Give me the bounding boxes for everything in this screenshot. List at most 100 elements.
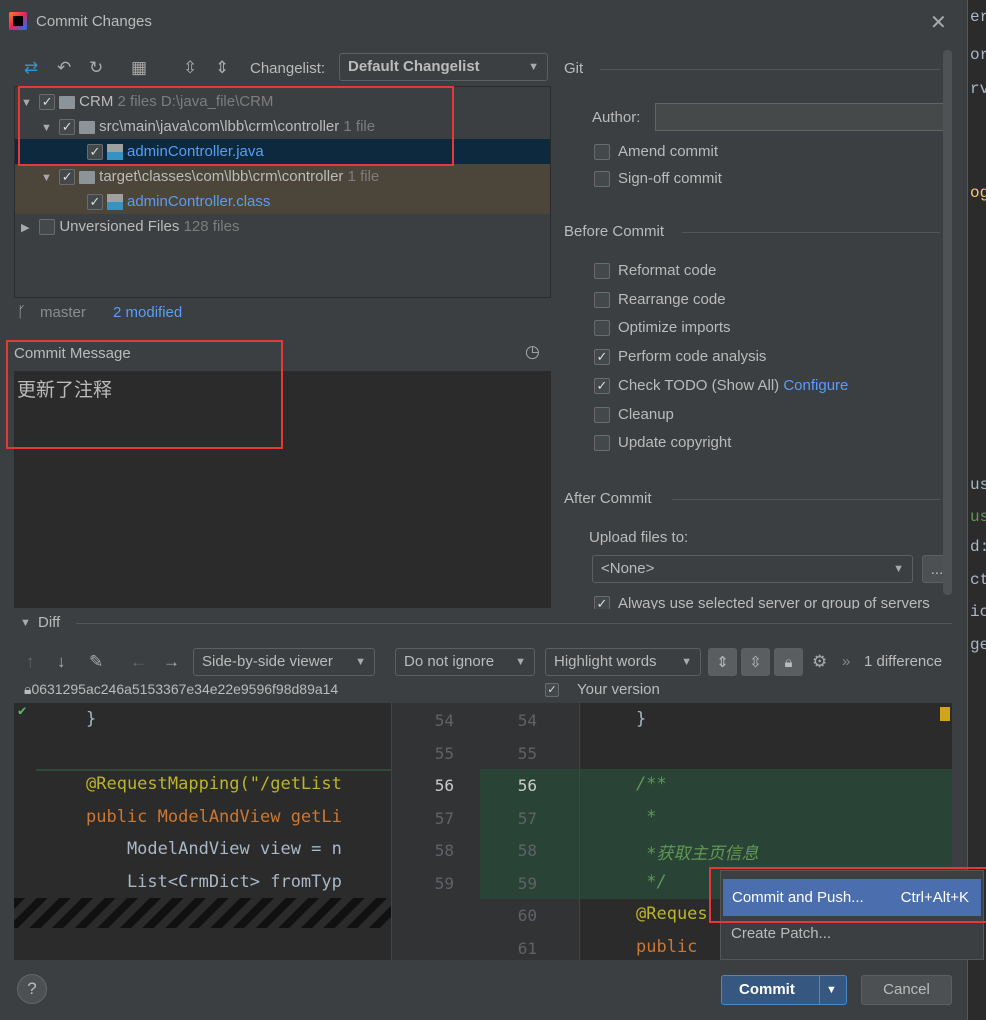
code-line: } bbox=[636, 709, 647, 729]
upload-value: <None> bbox=[601, 560, 655, 577]
viewer-dropdown[interactable]: Side-by-side viewer ▼ bbox=[193, 648, 375, 676]
commit-label: Commit bbox=[739, 981, 795, 998]
checkbox[interactable]: ✓ bbox=[594, 596, 610, 609]
before-commit-option[interactable]: Update copyright bbox=[594, 434, 731, 452]
option-label: Perform code analysis bbox=[618, 348, 767, 366]
collapse-arrow-icon[interactable]: ▶ bbox=[21, 216, 35, 241]
left-line-number: 57 bbox=[434, 808, 454, 828]
tree-row-admincontroller-class[interactable]: ✓ adminController.class bbox=[15, 189, 550, 214]
chevron-down-icon[interactable]: ▼ bbox=[826, 976, 837, 1004]
chevron-down-icon: ▼ bbox=[893, 563, 904, 575]
scrollbar[interactable] bbox=[943, 50, 952, 595]
checkbox[interactable]: ✓ bbox=[87, 194, 103, 211]
before-commit-option[interactable]: Reformat code bbox=[594, 262, 717, 280]
checkbox[interactable]: ✓ bbox=[594, 377, 610, 394]
changelist-label: Changelist: bbox=[250, 60, 326, 77]
option-label: Amend commit bbox=[618, 143, 719, 160]
before-commit-option[interactable]: ✓ Perform code analysis bbox=[594, 348, 767, 366]
checkbox[interactable] bbox=[594, 263, 610, 280]
option-label: Reformat code bbox=[618, 262, 717, 279]
help-button[interactable]: ? bbox=[17, 974, 47, 1004]
divider bbox=[682, 232, 940, 233]
collapse-all-icon[interactable]: ⇕ bbox=[215, 58, 229, 78]
forward-arrow-icon[interactable]: → bbox=[163, 652, 180, 672]
option-label: Check TODO (Show All) bbox=[618, 376, 780, 394]
right-line-number: 59 bbox=[517, 873, 537, 893]
checkbox[interactable] bbox=[594, 171, 610, 188]
diff-gutter: 54 55 56 57 58 59 54 55 56 57 58 59 60 61 bbox=[391, 703, 579, 960]
revision-hash: 0631295ac246a5153367e34e22e9596f98d89a14 bbox=[31, 681, 339, 697]
checkbox[interactable]: ✓ bbox=[59, 169, 76, 186]
rollback-icon[interactable]: ↶ bbox=[57, 58, 71, 78]
tree-row-target[interactable]: ▼ ✓ target\classes\com\lbb\crm\controller… bbox=[15, 164, 550, 189]
next-difference-icon[interactable]: ↓ bbox=[57, 652, 66, 672]
edit-source-icon[interactable]: ✎ bbox=[89, 652, 103, 672]
checkbox[interactable]: ✓ bbox=[545, 683, 559, 698]
changelist-value: Default Changelist bbox=[348, 58, 480, 75]
expand-all-icon[interactable]: ⇳ bbox=[183, 58, 197, 78]
changelist-dropdown[interactable]: Default Changelist ▼ bbox=[339, 53, 548, 81]
before-commit-option[interactable]: Cleanup bbox=[594, 406, 674, 423]
refresh-icon[interactable]: ↻ bbox=[89, 58, 103, 78]
window-title: Commit Changes bbox=[36, 13, 152, 30]
commit-button[interactable]: Commit ▼ bbox=[721, 975, 847, 1005]
bg-text: ge bbox=[970, 636, 986, 654]
highlight-dropdown[interactable]: Highlight words ▼ bbox=[545, 648, 701, 676]
signoff-commit-checkbox[interactable]: Sign-off commit bbox=[594, 170, 722, 188]
left-diff-editor[interactable]: ✔ } @RequestMapping("/getList public Model… bbox=[14, 703, 391, 960]
configure-link[interactable]: Configure bbox=[783, 377, 848, 394]
divider bbox=[76, 623, 952, 624]
amend-commit-checkbox[interactable]: Amend commit bbox=[594, 143, 719, 161]
diff-section-title: Diff bbox=[38, 614, 61, 631]
show-diff-icon[interactable]: ⇄ bbox=[24, 58, 38, 78]
sync-scroll-button[interactable]: ⇳ bbox=[741, 648, 770, 676]
chevron-down-icon: ▼ bbox=[355, 656, 366, 668]
checkbox[interactable] bbox=[594, 406, 610, 423]
collapse-diff-icon[interactable]: ▼ bbox=[20, 617, 34, 629]
back-arrow-icon[interactable]: ← bbox=[130, 652, 147, 672]
code-line: public bbox=[636, 936, 698, 957]
gear-icon[interactable]: ⚙ bbox=[812, 652, 827, 672]
checkbox[interactable] bbox=[594, 320, 610, 337]
checkbox[interactable]: ✓ bbox=[594, 349, 610, 366]
checkbox[interactable] bbox=[594, 144, 610, 161]
more-icon[interactable]: » bbox=[842, 653, 850, 670]
before-commit-option[interactable]: ✓ Check TODO (Show All) Configure bbox=[594, 377, 848, 394]
tree-row-unversioned[interactable]: ▶ Unversioned Files 128 files bbox=[15, 214, 550, 239]
checkbox[interactable] bbox=[594, 291, 610, 308]
lock-icon[interactable]: 🔒︎ bbox=[774, 648, 803, 676]
chevron-down-icon: ▼ bbox=[681, 656, 692, 668]
modified-link[interactable]: 2 modified bbox=[113, 304, 182, 321]
always-use-server-checkbox[interactable]: ✓ Always use selected server or group of … bbox=[594, 595, 930, 609]
previous-difference-icon[interactable]: ↑ bbox=[26, 652, 35, 672]
bg-text: ct bbox=[970, 571, 986, 589]
expand-arrow-icon[interactable]: ▼ bbox=[41, 166, 55, 191]
tree-count: 1 file bbox=[347, 168, 380, 185]
collapse-unchanged-button[interactable]: ⇕ bbox=[708, 648, 737, 676]
checkbox[interactable] bbox=[39, 219, 56, 236]
your-version-checkbox[interactable]: ✓ Your version bbox=[545, 681, 660, 698]
left-revision: 🔒︎0631295ac246a5153367e34e22e9596f98d89a… bbox=[24, 681, 338, 698]
menu-item-create-patch[interactable]: Create Patch... bbox=[731, 925, 831, 942]
history-clock-icon[interactable]: ◷ bbox=[525, 342, 540, 362]
ignore-dropdown[interactable]: Do not ignore ▼ bbox=[395, 648, 535, 676]
viewer-value: Side-by-side viewer bbox=[202, 653, 333, 670]
author-input[interactable] bbox=[655, 103, 948, 131]
left-line-number: 54 bbox=[434, 711, 454, 730]
bg-text: us bbox=[970, 476, 986, 494]
cancel-button[interactable]: Cancel bbox=[861, 975, 952, 1005]
group-by-icon[interactable]: ▦ bbox=[131, 58, 147, 78]
right-line-number: 54 bbox=[517, 711, 537, 730]
right-version-label: Your version bbox=[577, 681, 660, 698]
intellij-logo-icon bbox=[9, 12, 27, 30]
upload-server-dropdown[interactable]: <None> ▼ bbox=[592, 555, 913, 583]
checkbox[interactable] bbox=[594, 435, 610, 452]
before-commit-option[interactable]: Optimize imports bbox=[594, 319, 731, 337]
author-label: Author: bbox=[592, 109, 641, 126]
code-line: */ bbox=[636, 871, 667, 892]
before-commit-option[interactable]: Rearrange code bbox=[594, 291, 726, 308]
close-icon[interactable]: ✕ bbox=[930, 10, 947, 35]
tree-label: adminController.class bbox=[127, 193, 271, 210]
divider bbox=[672, 499, 940, 500]
left-line-number: 56 bbox=[434, 776, 454, 795]
